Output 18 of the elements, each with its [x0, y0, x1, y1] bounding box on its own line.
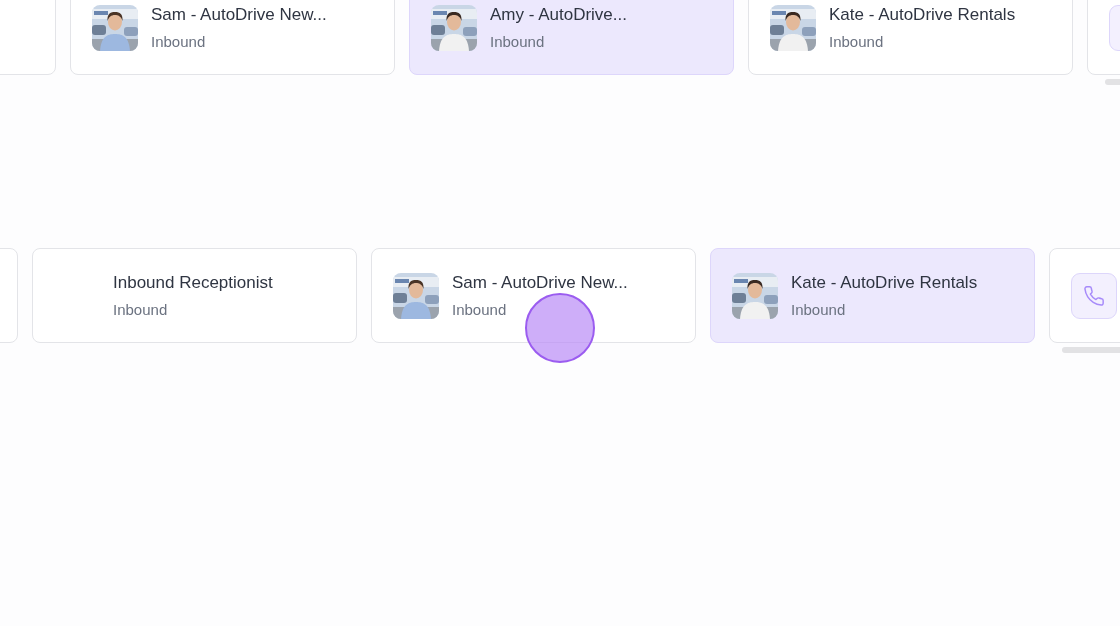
agent-name: Kate - AutoDrive Rentals: [791, 271, 978, 294]
agent-name: Sam - AutoDrive New...: [452, 271, 628, 294]
agent-card[interactable]: Sam - AutoDrive New... Inbound: [371, 248, 696, 343]
agent-direction: Inbound: [113, 299, 169, 320]
agent-direction: Inbound: [151, 31, 207, 52]
agent-name: Inbound Receptionist: [113, 271, 273, 294]
agent-direction: Inbound: [452, 299, 508, 320]
agent-name: Amy - AutoDrive...: [490, 3, 627, 26]
agent-direction: Inbound: [829, 31, 885, 52]
agent-card[interactable]: Sam - AutoDrive New... Inbound: [70, 0, 395, 75]
agent-card[interactable]: Kate - AutoDrive Rentals Inbound: [748, 0, 1073, 75]
agent-name: Kate - AutoDrive Rentals: [829, 3, 1016, 26]
agent-direction: Inbound: [791, 299, 847, 320]
agent-card[interactable]: Kate - AutoDrive Rentals Inbound: [710, 248, 1035, 343]
agent-card[interactable]: Amy - AutoDrive... Inbound: [409, 0, 734, 75]
agent-card[interactable]: Inbound Receptionist Inbound: [32, 248, 357, 343]
agent-direction: Inbound: [490, 31, 546, 52]
agent-name: Sam - AutoDrive New...: [151, 3, 327, 26]
